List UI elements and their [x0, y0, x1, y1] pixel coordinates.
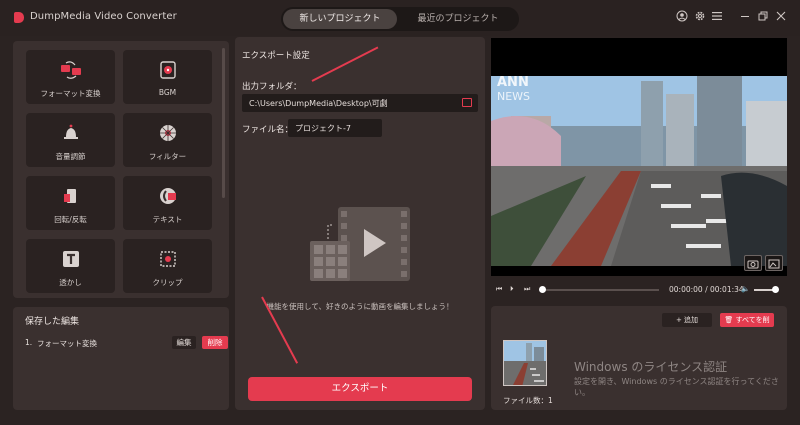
- list-item: 1. フォーマット変換 編集 削除: [25, 335, 228, 351]
- output-folder-label: 出力フォルダ：: [242, 82, 302, 92]
- tool-filter[interactable]: フィルター: [123, 113, 212, 167]
- export-settings-title: エクスポート設定: [242, 51, 310, 61]
- picture-icon[interactable]: [765, 255, 783, 271]
- volume-slider[interactable]: [754, 286, 779, 293]
- music-icon: [157, 59, 179, 81]
- watermark-icon: [60, 248, 82, 270]
- filename-label: ファイル名：: [242, 125, 294, 135]
- filter-icon: [157, 122, 179, 144]
- delete-button[interactable]: 削除: [202, 336, 228, 349]
- tool-label: フィルター: [148, 152, 187, 161]
- hint-text: 機能を使用して、好きのように動画を編集しましょう！: [266, 302, 454, 311]
- title-bar: DumpMedia Video Converter 新しいプロジェクト 最近のプ…: [0, 0, 800, 36]
- file-count: ファイル数：1: [503, 396, 553, 405]
- tool-label: 音量調節: [55, 152, 86, 161]
- tool-clip[interactable]: クリップ: [123, 239, 212, 293]
- tool-watermark[interactable]: 透かし: [26, 239, 115, 293]
- video-edit-illustration-icon: [306, 205, 412, 285]
- play-icon[interactable]: ⏵: [510, 285, 514, 294]
- volume-bell-icon: [60, 122, 82, 144]
- output-folder-path: C:\Users\DumpMedia\Desktop\可劇: [249, 99, 388, 108]
- filename-value: プロジェクト-7: [295, 124, 351, 133]
- saved-item-name: フォーマット変換: [37, 339, 97, 348]
- windows-activation-subtitle: 設定を開き、Windows のライセンス認証を行ってくださ い。: [574, 377, 779, 397]
- menu-icon[interactable]: [710, 10, 724, 24]
- app-logo-icon: [14, 12, 24, 23]
- overlay-news: NEWS: [497, 90, 530, 103]
- folder-icon[interactable]: [462, 98, 472, 107]
- restore-icon[interactable]: [756, 10, 770, 24]
- next-icon[interactable]: ⏭: [524, 285, 530, 294]
- tool-rotate[interactable]: 回転/反転: [26, 176, 115, 230]
- video-frame-image: ANN NEWS: [491, 76, 787, 266]
- files-panel: + 追加 🗑 すべてを削 ファイル数：1 Windows のライセンス認証 設定…: [491, 306, 787, 410]
- player-controls: ⏮ ⏵ ⏭ 00:00:00 / 00:01:34 🔈: [491, 282, 787, 298]
- tool-panel: フォーマット変換 BGM 音量調節 フィルター 回転/反転 テキスト 透かし ク…: [13, 41, 229, 298]
- minimize-icon[interactable]: [738, 10, 752, 24]
- format-convert-icon: [60, 59, 82, 81]
- overlay-ann: ANN: [497, 76, 529, 90]
- seek-handle[interactable]: [539, 286, 546, 293]
- tool-bgm[interactable]: BGM: [123, 50, 212, 104]
- tool-label: BGM: [158, 88, 177, 97]
- export-settings-panel: エクスポート設定 出力フォルダ： C:\Users\DumpMedia\Desk…: [235, 37, 485, 410]
- tool-volume[interactable]: 音量調節: [26, 113, 115, 167]
- account-icon[interactable]: [675, 10, 689, 24]
- app-title: DumpMedia Video Converter: [30, 11, 177, 22]
- edit-button[interactable]: 編集: [172, 336, 196, 349]
- tool-text[interactable]: テキスト: [123, 176, 212, 230]
- close-icon[interactable]: [774, 10, 788, 24]
- add-button[interactable]: + 追加: [662, 313, 712, 327]
- export-button[interactable]: エクスポート: [248, 377, 472, 401]
- video-preview[interactable]: ANN NEWS: [491, 38, 787, 276]
- output-folder-field[interactable]: C:\Users\DumpMedia\Desktop\可劇: [242, 94, 478, 112]
- text-icon: [157, 185, 179, 207]
- tab-recent-projects[interactable]: 最近のプロジェクト: [399, 9, 517, 29]
- filename-field[interactable]: プロジェクト-7: [288, 119, 382, 137]
- saved-edits-title: 保存した編集: [25, 317, 80, 327]
- gear-icon[interactable]: [693, 10, 707, 24]
- saved-item-number: 1.: [25, 338, 33, 347]
- prev-icon[interactable]: ⏮: [496, 285, 502, 294]
- delete-all-label: すべてを削: [735, 316, 770, 324]
- tool-label: クリップ: [152, 278, 183, 287]
- file-thumbnail[interactable]: [503, 340, 547, 386]
- timecode: 00:00:00 / 00:01:34: [669, 285, 744, 294]
- clip-icon: [157, 248, 179, 270]
- volume-icon[interactable]: 🔈: [741, 285, 750, 293]
- tool-label: 回転/反転: [54, 215, 87, 224]
- camera-icon[interactable]: [744, 255, 762, 271]
- tab-new-project[interactable]: 新しいプロジェクト: [283, 9, 397, 29]
- windows-activation-title: Windows のライセンス認証: [574, 360, 728, 374]
- tool-label: テキスト: [152, 215, 183, 224]
- seek-slider[interactable]: [539, 286, 659, 293]
- project-tabs: 新しいプロジェクト 最近のプロジェクト: [281, 7, 519, 31]
- saved-edits-panel: 保存した編集 1. フォーマット変換 編集 削除: [13, 307, 229, 410]
- tool-label: 透かし: [59, 278, 82, 287]
- tool-panel-scrollbar[interactable]: [222, 48, 225, 198]
- delete-all-button[interactable]: 🗑 すべてを削: [720, 313, 774, 327]
- tool-label: フォーマット変換: [40, 89, 101, 98]
- tool-format-convert[interactable]: フォーマット変換: [26, 50, 115, 104]
- trash-icon: 🗑: [724, 316, 736, 324]
- rotate-icon: [60, 185, 82, 207]
- volume-handle[interactable]: [772, 286, 779, 293]
